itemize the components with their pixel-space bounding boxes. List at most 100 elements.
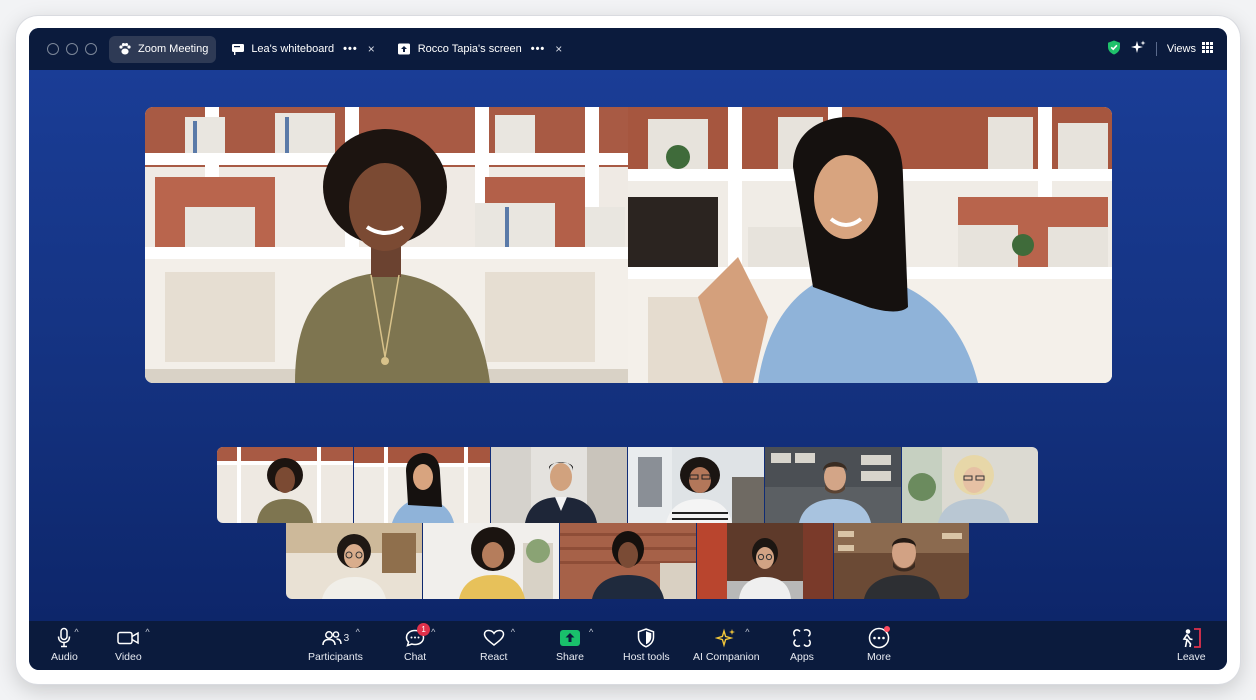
react-label: React [480, 651, 508, 663]
tab-close-button[interactable]: × [368, 42, 375, 56]
zoom-window-button[interactable] [85, 43, 97, 55]
participant-video-image [697, 523, 833, 599]
audio-label: Audio [51, 651, 78, 663]
participant-video-image [286, 523, 422, 599]
gallery-tile[interactable] [834, 523, 969, 599]
divider [1155, 42, 1157, 56]
react-options-caret[interactable]: ^ [511, 627, 515, 637]
host-tools-button[interactable]: Host tools [623, 625, 670, 663]
ai-companion-button[interactable]: ^ AI Companion [693, 625, 760, 663]
chat-label: Chat [404, 651, 427, 663]
ai-companion-options-caret[interactable]: ^ [745, 627, 749, 637]
video-options-caret[interactable]: ^ [145, 627, 149, 637]
tab-screen-share[interactable]: Rocco Tapia's screen ••• × [389, 36, 571, 63]
participants-label: Participants [308, 651, 363, 663]
leave-door-icon [1182, 628, 1202, 648]
gallery-tile[interactable] [560, 523, 696, 599]
gallery-tile[interactable] [286, 523, 422, 599]
gallery-row-2 [286, 523, 969, 599]
gallery-tile[interactable] [902, 447, 1038, 523]
host-tools-label: Host tools [623, 651, 670, 663]
participants-icon [321, 631, 342, 646]
ai-companion-icon-wrap: ^ [715, 625, 750, 651]
share-label: Share [556, 651, 585, 663]
participant-video-image [491, 447, 627, 523]
tab-more-button[interactable]: ••• [343, 43, 358, 55]
react-button[interactable]: ^ React [480, 625, 515, 663]
more-button[interactable]: More [867, 625, 891, 663]
chat-options-caret[interactable]: ^ [431, 627, 435, 637]
leave-button[interactable]: Leave [1177, 625, 1206, 663]
gallery-tile[interactable] [628, 447, 764, 523]
ai-sparkle-icon [715, 628, 736, 648]
chat-button[interactable]: 1 ^ Chat [404, 623, 435, 663]
meeting-toolbar: ^ Audio ^ Video 3 ^ Participants 1 ^ Cha… [29, 621, 1227, 670]
audio-options-caret[interactable]: ^ [74, 627, 78, 637]
leave-icon-wrap [1179, 625, 1203, 651]
chat-unread-badge: 1 [417, 623, 431, 636]
participant-video-image [217, 447, 353, 523]
apps-icon [793, 629, 811, 647]
sparkle-icon[interactable] [1130, 40, 1146, 58]
window-controls [47, 43, 97, 55]
speaker-video-2[interactable] [628, 107, 1112, 383]
whiteboard-icon [230, 42, 245, 57]
gallery-tile[interactable] [217, 447, 353, 523]
tab-zoom-meeting[interactable]: Zoom Meeting [109, 35, 217, 63]
ai-companion-label: AI Companion [693, 651, 760, 663]
audio-button[interactable]: ^ Audio [51, 625, 79, 663]
gallery-tile[interactable] [423, 523, 559, 599]
video-icon-wrap: ^ [117, 625, 150, 651]
gallery-row-1 [217, 447, 1038, 523]
participant-video-image [902, 447, 1038, 523]
views-label: Views [1166, 43, 1196, 55]
react-icon-wrap: ^ [483, 625, 515, 651]
tab-whiteboard[interactable]: Lea's whiteboard ••• × [222, 36, 382, 63]
shield-icon [638, 628, 655, 648]
speaker-video-1[interactable] [145, 107, 628, 383]
share-button[interactable]: ^ Share [556, 625, 593, 663]
participant-video-image [834, 523, 969, 599]
apps-icon-wrap [792, 625, 812, 651]
audio-icon-wrap: ^ [56, 625, 79, 651]
share-screen-icon [560, 630, 581, 646]
tab-close-button[interactable]: × [555, 42, 562, 56]
participant-video-image [628, 447, 764, 523]
tab-label: Zoom Meeting [138, 43, 209, 55]
gallery-tile[interactable] [491, 447, 627, 523]
chat-icon-wrap: 1 ^ [405, 623, 435, 651]
grid-icon [1202, 42, 1213, 56]
video-button[interactable]: ^ Video [115, 625, 150, 663]
participant-video-image [628, 107, 1112, 383]
share-options-caret[interactable]: ^ [589, 627, 593, 637]
gallery-tile[interactable] [697, 523, 833, 599]
share-icon-wrap: ^ [559, 625, 593, 651]
participants-count: 3 [343, 632, 350, 644]
video-camera-icon [117, 631, 140, 645]
shield-check-icon[interactable] [1107, 40, 1121, 58]
more-label: More [867, 651, 891, 663]
tab-label: Rocco Tapia's screen [417, 43, 522, 55]
views-button[interactable]: Views [1167, 42, 1213, 56]
title-bar: Zoom Meeting Lea's whiteboard ••• × Rocc… [29, 28, 1227, 70]
microphone-icon [58, 627, 71, 648]
gallery-tile[interactable] [354, 447, 490, 523]
more-icon-wrap [868, 625, 890, 651]
participants-button[interactable]: 3 ^ Participants [308, 625, 363, 663]
heart-icon [483, 629, 504, 646]
notification-dot [883, 626, 890, 632]
apps-button[interactable]: Apps [790, 625, 814, 663]
apps-label: Apps [790, 651, 814, 663]
minimize-window-button[interactable] [66, 43, 78, 55]
zoom-window: Zoom Meeting Lea's whiteboard ••• × Rocc… [29, 28, 1227, 670]
paw-icon [117, 42, 132, 57]
leave-label: Leave [1177, 651, 1206, 663]
participant-video-image [423, 523, 559, 599]
participants-options-caret[interactable]: ^ [356, 627, 360, 637]
participants-icon-wrap: 3 ^ [321, 625, 360, 651]
participant-video-image [560, 523, 696, 599]
meeting-stage [29, 70, 1227, 621]
gallery-tile[interactable] [765, 447, 901, 523]
close-window-button[interactable] [47, 43, 59, 55]
tab-more-button[interactable]: ••• [531, 43, 546, 55]
